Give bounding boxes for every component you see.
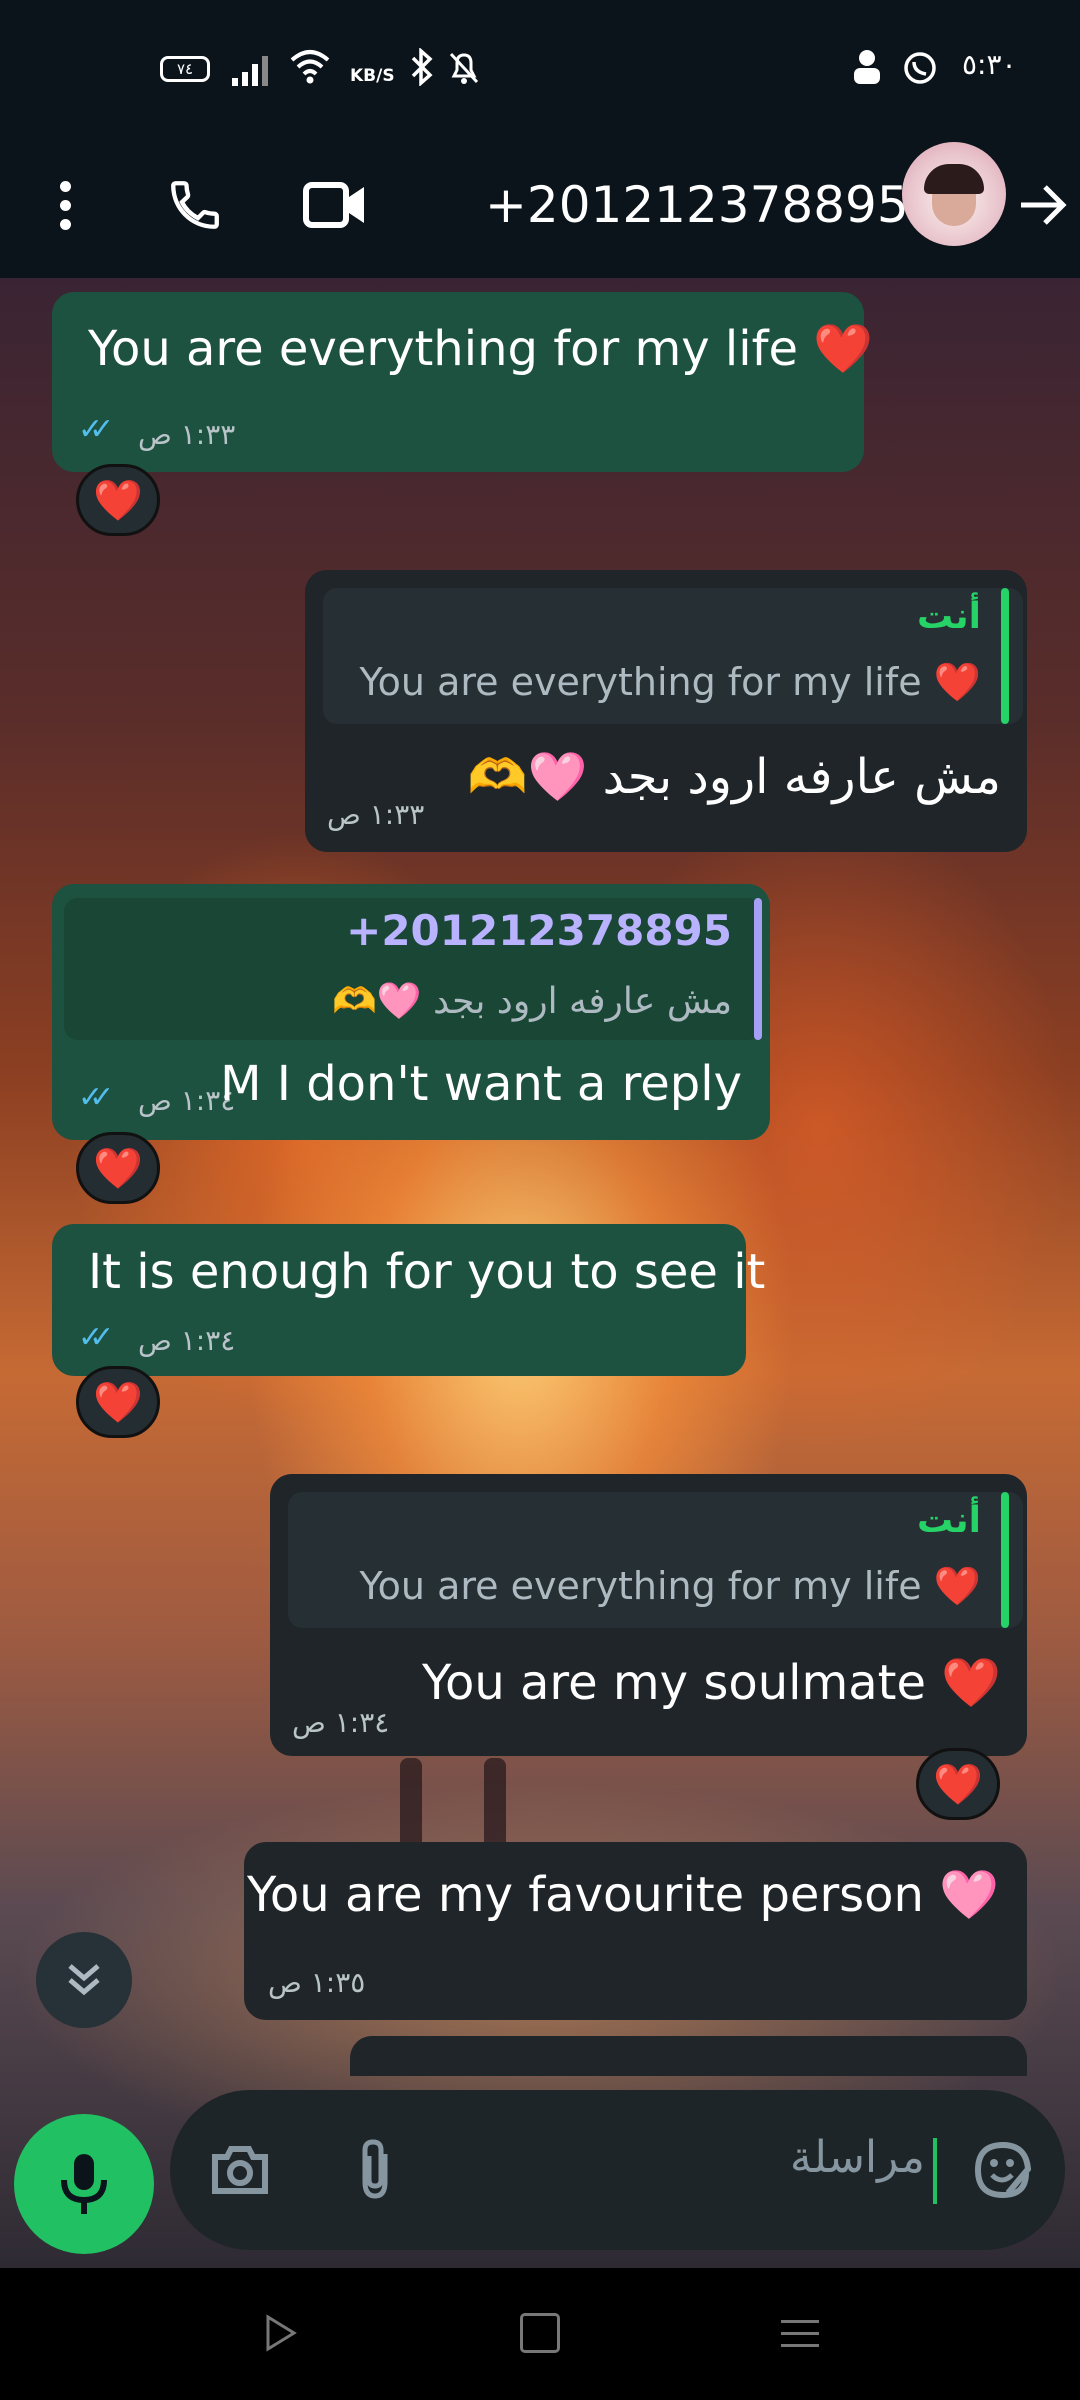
read-receipt-icon: ✓✓ <box>78 1320 114 1355</box>
reaction-emoji: ❤️ <box>93 477 143 524</box>
mute-bell-icon <box>448 50 480 90</box>
message-time: ١:٣٣ ص <box>327 798 425 831</box>
reaction-emoji: ❤️ <box>93 1145 143 1192</box>
message-bubble[interactable]: You are everything for my life ❤️ ✓✓ ١:٣… <box>52 292 873 472</box>
quote-bar <box>1001 1492 1009 1628</box>
quoted-message[interactable]: أنت You are everything for my life ❤️ <box>323 588 1023 724</box>
battery-icon: ٧٤ <box>160 56 210 82</box>
message-text: You are my soulmate ❤️ <box>422 1655 1001 1711</box>
text-cursor <box>933 2138 937 2204</box>
message-bubble[interactable]: أنت You are everything for my life ❤️ Yo… <box>270 1474 1027 1756</box>
message-time: ١:٣٤ ص <box>292 1706 390 1739</box>
read-receipt-icon: ✓✓ <box>78 412 114 447</box>
message-bubble[interactable]: أنت You are everything for my life ❤️ مش… <box>305 570 1027 852</box>
clock: ٥:٣٠ <box>962 48 1017 81</box>
notification-icon <box>852 50 882 86</box>
net-speed: KB/S <box>350 66 395 86</box>
quote-bar <box>1001 588 1009 724</box>
read-receipt-icon: ✓✓ <box>78 1080 114 1115</box>
scroll-to-bottom-button[interactable] <box>36 1932 132 2028</box>
quote-author: أنت <box>917 596 981 637</box>
reaction-badge[interactable]: ❤️ <box>76 464 160 536</box>
avatar[interactable] <box>902 142 1006 246</box>
quoted-message[interactable]: أنت You are everything for my life ❤️ <box>288 1492 1023 1628</box>
mic-button[interactable] <box>14 2114 154 2254</box>
message-bubble[interactable]: You are my favourite person 🩷 ١:٣٥ ص <box>244 1842 1027 2020</box>
system-nav-bar <box>0 2268 1080 2400</box>
video-call-icon[interactable] <box>295 165 375 245</box>
message-time: ١:٣٥ ص <box>268 1966 366 1999</box>
reaction-emoji: ❤️ <box>93 1379 143 1426</box>
message-composer[interactable]: مراسلة <box>170 2090 1065 2250</box>
message-bubble[interactable]: It is enough for you to see it ✓✓ ١:٣٤ ص <box>52 1224 765 1376</box>
quote-author: +201212378895 <box>346 906 732 955</box>
message-time: ١:٣٣ ص <box>138 418 236 451</box>
whatsapp-status-icon <box>902 50 938 90</box>
message-text: M I don't want a reply <box>220 1056 742 1112</box>
message-text: You are everything for my life ❤️ <box>88 321 874 377</box>
quote-author: أنت <box>917 1500 981 1541</box>
arrow-forward-icon[interactable] <box>1010 170 1075 240</box>
wifi-icon <box>290 48 330 88</box>
double-chevron-down-icon <box>68 1964 100 1996</box>
message-input[interactable]: مراسلة <box>790 2132 925 2183</box>
more-vert-icon[interactable] <box>40 165 90 245</box>
status-bar: ٧٤ KB/S ٥:٣٠ <box>0 0 1080 135</box>
nav-menu-icon[interactable] <box>760 2298 840 2368</box>
message-time: ١:٣٤ ص <box>138 1324 236 1357</box>
microphone-icon <box>61 2154 107 2214</box>
message-bubble[interactable]: +201212378895 مش عارفه ارود بجد 🩷🫶 ✓✓ ١:… <box>52 884 770 1140</box>
phone-icon[interactable] <box>155 165 235 245</box>
message-text: It is enough for you to see it <box>88 1244 766 1300</box>
chat-header: +201212378895 <box>0 135 1080 278</box>
reaction-emoji: ❤️ <box>933 1761 983 1808</box>
quote-text: مش عارفه ارود بجد 🩷🫶 <box>332 981 732 1022</box>
contact-name[interactable]: +201212378895 <box>485 165 909 245</box>
camera-icon[interactable] <box>200 2130 280 2210</box>
message-text: مش عارفه ارود بجد 🩷🫶 <box>467 749 1001 805</box>
attach-icon[interactable] <box>335 2130 415 2210</box>
battery-level: ٧٤ <box>176 60 194 78</box>
bluetooth-icon <box>410 47 434 90</box>
sticker-icon[interactable] <box>963 2130 1043 2210</box>
nav-back-icon[interactable] <box>240 2298 320 2368</box>
quoted-message[interactable]: +201212378895 مش عارفه ارود بجد 🩷🫶 <box>64 898 762 1040</box>
reaction-badge[interactable]: ❤️ <box>916 1748 1000 1820</box>
message-bubble-partial[interactable] <box>350 2036 1027 2076</box>
quote-bar <box>754 898 762 1040</box>
nav-home-icon[interactable] <box>500 2298 580 2368</box>
message-text: You are my favourite person 🩷 <box>246 1867 999 1923</box>
signal-icon <box>232 52 272 86</box>
reaction-badge[interactable]: ❤️ <box>76 1366 160 1438</box>
quote-text: You are everything for my life ❤️ <box>359 660 981 704</box>
reaction-badge[interactable]: ❤️ <box>76 1132 160 1204</box>
quote-text: You are everything for my life ❤️ <box>359 1564 981 1608</box>
